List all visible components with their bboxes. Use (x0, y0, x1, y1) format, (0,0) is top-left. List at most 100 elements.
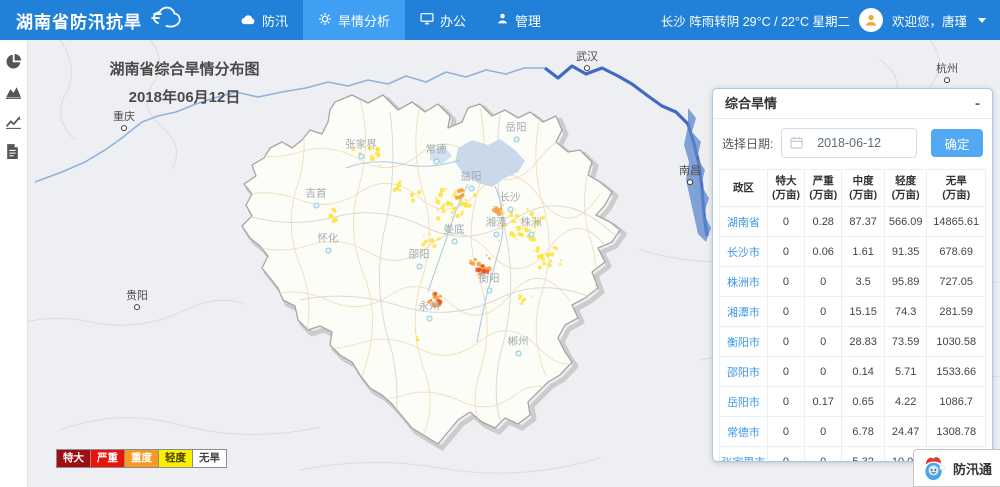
region-link[interactable]: 株洲市 (720, 267, 768, 297)
trend-chart-icon[interactable] (5, 113, 22, 130)
value-cell: 0 (805, 417, 842, 447)
region-link[interactable]: 邵阳市 (720, 357, 768, 387)
drought-legend: 特大严重重度轻度无旱 (57, 449, 227, 468)
gear-icon (318, 12, 332, 29)
table-header-cell: 中度(万亩) (842, 170, 885, 207)
table-header-cell: 特大(万亩) (767, 170, 804, 207)
table-header-cell: 严重(万亩) (805, 170, 842, 207)
caret-down-icon[interactable] (978, 18, 986, 23)
date-input[interactable]: 2018-06-12 (781, 128, 917, 158)
value-cell: 281.59 (927, 297, 986, 327)
welcome-text[interactable]: 欢迎您，唐瑾 (892, 11, 967, 30)
nav-item-2[interactable]: 旱情分析 (303, 0, 405, 40)
nav-menu: 防汛 旱情分析 办公 管理 (226, 0, 556, 40)
value-cell: 91.35 (884, 237, 927, 267)
navbar-right: 长沙 阵雨转阴 29°C / 22°C 星期二 欢迎您，唐瑾 (661, 8, 986, 32)
value-cell: 1.61 (842, 237, 885, 267)
value-cell: 0.14 (842, 357, 885, 387)
value-cell: 74.3 (884, 297, 927, 327)
value-cell: 566.09 (884, 207, 927, 237)
value-cell: 14865.61 (927, 207, 986, 237)
value-cell: 727.05 (927, 267, 986, 297)
fangxuntong-launcher[interactable]: 防汛通 (913, 449, 1000, 487)
value-cell: 678.69 (927, 237, 986, 267)
region-link[interactable]: 长沙市 (720, 237, 768, 267)
weather-text: 长沙 阵雨转阴 29°C / 22°C 星期二 (661, 11, 850, 30)
pie-chart-icon[interactable] (5, 53, 22, 70)
value-cell: 28.83 (842, 327, 885, 357)
region-link[interactable]: 湖南省 (720, 207, 768, 237)
date-label: 选择日期: (722, 135, 773, 152)
monitor-icon (420, 12, 434, 28)
region-link[interactable]: 常德市 (720, 417, 768, 447)
legend-item-严重: 严重 (90, 449, 125, 468)
cloud-logo-icon (148, 5, 184, 36)
nav-item-label: 防汛 (262, 11, 288, 30)
value-cell: 6.78 (842, 417, 885, 447)
value-cell: 1030.58 (927, 327, 986, 357)
nav-item-1[interactable]: 防汛 (226, 0, 303, 40)
drought-summary-panel: 综合旱情 - 选择日期: 2018-06-12 确定 政区特大(万亩) (712, 88, 993, 462)
table-row: 湖南省00.2887.37566.0914865.61 (720, 207, 986, 237)
value-cell: 0 (805, 327, 842, 357)
value-cell: 0 (767, 447, 804, 462)
app-window: 湖南省综合旱情分布图 2018年06月12日 重庆武汉贵阳南昌杭州张家界常德岳阳… (0, 0, 1000, 487)
value-cell: 1086.7 (927, 387, 986, 417)
mascot-icon (921, 455, 946, 482)
value-cell: 87.37 (842, 207, 885, 237)
value-cell: 15.15 (842, 297, 885, 327)
app-logo: 湖南省防汛抗旱 (16, 5, 184, 36)
map-title-line1: 湖南省综合旱情分布图 (72, 56, 297, 84)
value-cell: 73.59 (884, 327, 927, 357)
area-chart-icon[interactable] (5, 83, 22, 100)
panel-header: 综合旱情 - (713, 89, 992, 119)
user-avatar[interactable] (859, 8, 883, 32)
nav-item-label: 管理 (515, 11, 541, 30)
nav-item-label: 办公 (440, 11, 466, 30)
region-link[interactable]: 湘潭市 (720, 297, 768, 327)
table-row: 株洲市003.595.89727.05 (720, 267, 986, 297)
value-cell: 0 (767, 207, 804, 237)
user-icon (496, 12, 509, 28)
table-header-cell: 轻度(万亩) (884, 170, 927, 207)
value-cell: 0.06 (805, 237, 842, 267)
left-toolbar (0, 40, 28, 487)
value-cell: 24.47 (884, 417, 927, 447)
value-cell: 0.17 (805, 387, 842, 417)
table-header-cell: 政区 (720, 170, 768, 207)
value-cell: 0.28 (805, 207, 842, 237)
top-navbar: 湖南省防汛抗旱 防汛 旱情分析 办公 管理 长沙 阵雨转阴 29°C / 22°C 星… (0, 0, 1000, 40)
panel-collapse-button[interactable]: - (975, 96, 980, 111)
app-title: 湖南省防汛抗旱 (16, 8, 142, 33)
nav-item-3[interactable]: 办公 (405, 0, 481, 40)
map-title-line2: 2018年06月12日 (72, 84, 297, 112)
table-row: 邵阳市000.145.711533.66 (720, 357, 986, 387)
table-row: 常德市006.7824.471308.78 (720, 417, 986, 447)
value-cell: 0 (767, 297, 804, 327)
legend-item-重度: 重度 (124, 449, 159, 468)
value-cell: 5.71 (884, 357, 927, 387)
region-link[interactable]: 衡阳市 (720, 327, 768, 357)
date-filter-row: 选择日期: 2018-06-12 确定 (713, 119, 992, 167)
panel-title: 综合旱情 (725, 89, 777, 118)
value-cell: 0 (767, 357, 804, 387)
value-cell: 0 (805, 267, 842, 297)
mascot-label: 防汛通 (953, 459, 992, 478)
table-body: 湖南省00.2887.37566.0914865.61长沙市00.061.619… (720, 207, 986, 462)
nav-item-label: 旱情分析 (338, 11, 390, 30)
value-cell: 0 (767, 267, 804, 297)
value-cell: 0.65 (842, 387, 885, 417)
avatar-person-icon (863, 12, 879, 28)
report-icon[interactable] (5, 143, 22, 160)
value-cell: 0 (767, 417, 804, 447)
table-header: 政区特大(万亩)严重(万亩)中度(万亩)轻度(万亩)无旱(万亩) (720, 170, 986, 207)
region-link[interactable]: 岳阳市 (720, 387, 768, 417)
region-link[interactable]: 张家界市 (720, 447, 768, 462)
value-cell: 0 (767, 237, 804, 267)
map-title: 湖南省综合旱情分布图 2018年06月12日 (72, 56, 297, 112)
value-cell: 4.22 (884, 387, 927, 417)
confirm-button[interactable]: 确定 (931, 129, 983, 157)
legend-item-无旱: 无旱 (192, 449, 227, 468)
nav-item-4[interactable]: 管理 (481, 0, 556, 40)
drought-table: 政区特大(万亩)严重(万亩)中度(万亩)轻度(万亩)无旱(万亩) 湖南省00.2… (719, 169, 986, 462)
